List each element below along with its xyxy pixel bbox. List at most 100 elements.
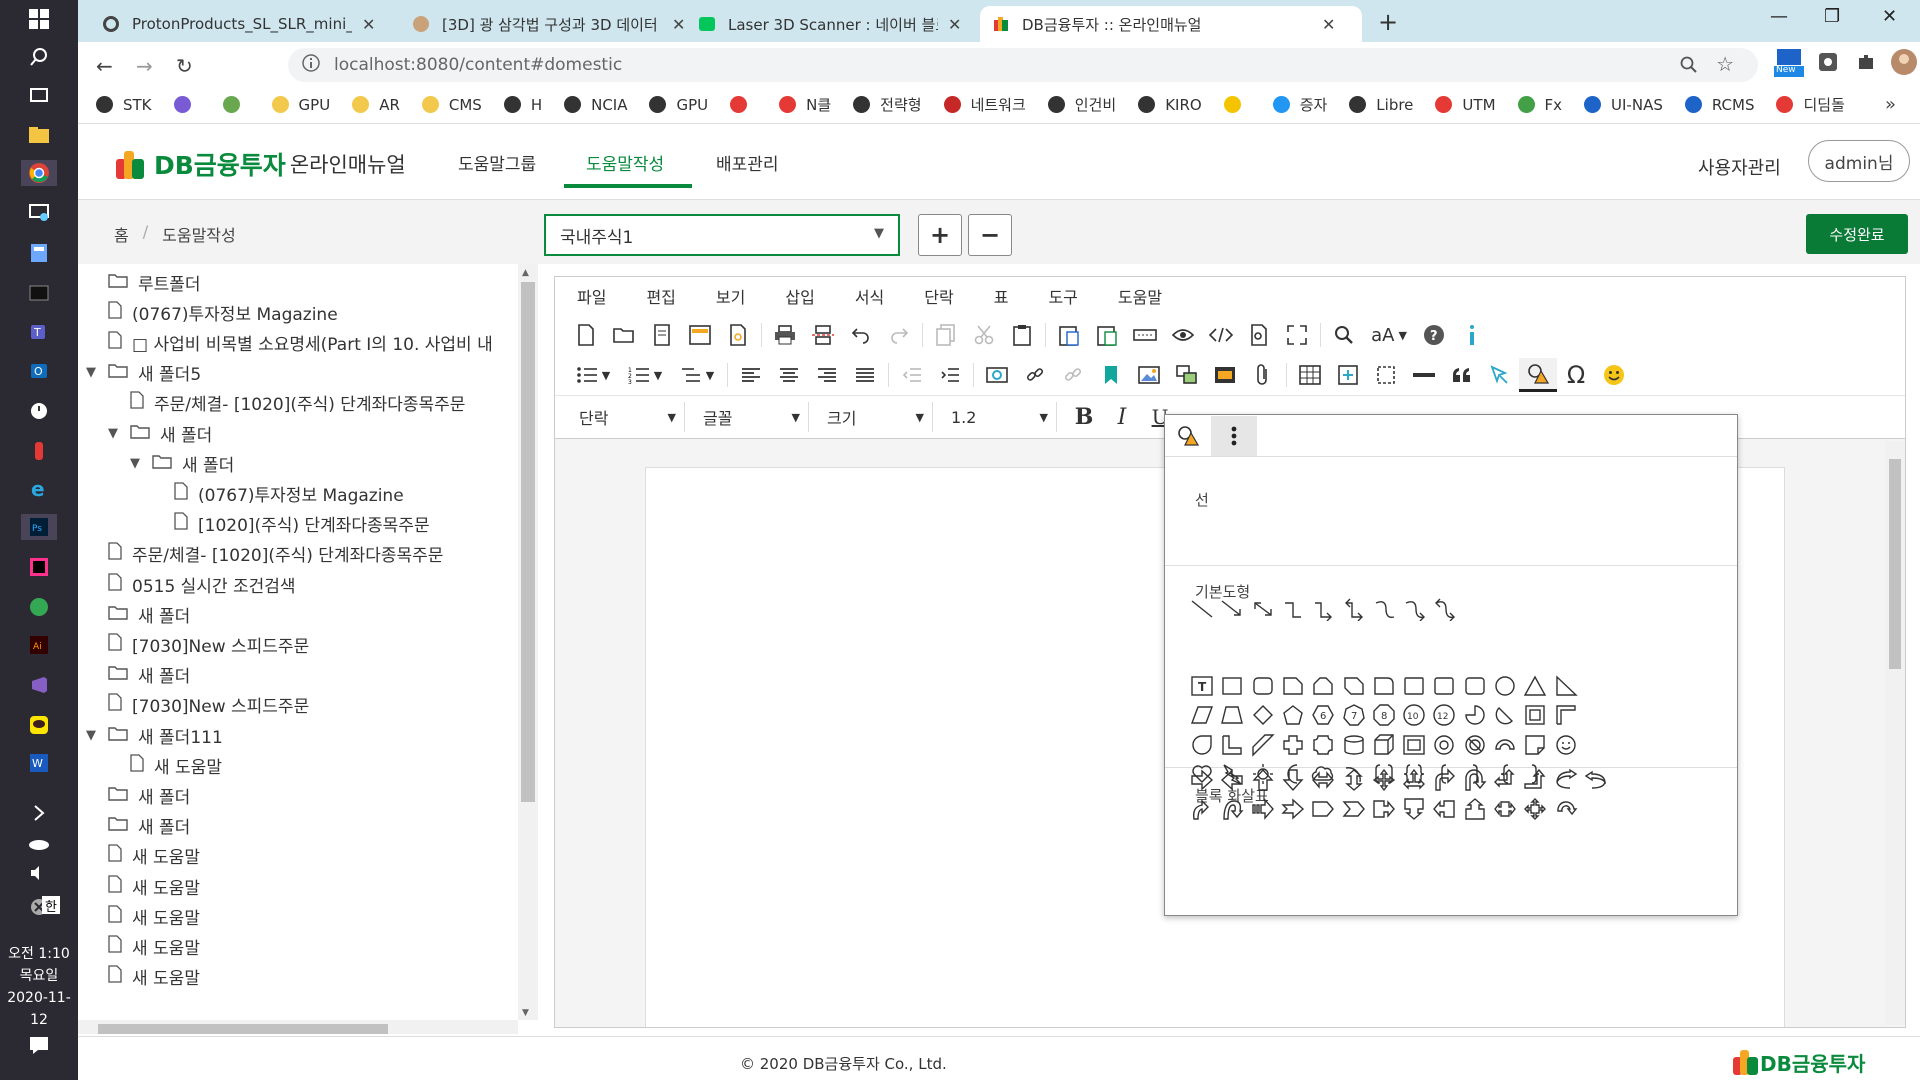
bookmark-item[interactable]: N클 — [779, 94, 831, 115]
clock-app-icon[interactable] — [26, 398, 52, 424]
restore-button[interactable]: ❐ — [1824, 6, 1840, 27]
close-tab-icon[interactable]: ✕ — [1322, 15, 1335, 34]
bookmark-item[interactable]: NCIA — [564, 96, 627, 114]
video-icon[interactable] — [1206, 358, 1244, 392]
kakaotalk-icon[interactable] — [26, 712, 52, 738]
minimize-button[interactable]: — — [1770, 6, 1788, 27]
bookmark-item[interactable]: STK — [96, 96, 152, 114]
align-justify-icon[interactable] — [846, 358, 884, 392]
document-icon[interactable] — [643, 318, 681, 352]
tree-item[interactable]: (0767)투자정보 Magazine — [86, 298, 338, 326]
calculator-icon[interactable] — [26, 240, 52, 266]
more-options-icon[interactable] — [1211, 415, 1257, 456]
visual-studio-icon[interactable] — [26, 672, 52, 698]
print-icon[interactable] — [766, 318, 804, 352]
menu-deploy[interactable]: 배포관리 — [716, 150, 779, 175]
diagonal-stripe-icon[interactable] — [1250, 732, 1276, 758]
block-arc-icon[interactable] — [1492, 732, 1518, 758]
tree-folder[interactable]: 새 폴더 — [86, 600, 190, 628]
scroll-up-arrow-icon[interactable]: ▲ — [522, 268, 529, 278]
menu-help-write[interactable]: 도움말작성 — [586, 150, 664, 175]
paste-icon[interactable] — [1003, 318, 1041, 352]
unlink-icon[interactable] — [1054, 358, 1092, 392]
bookmark-item[interactable]: UTM — [1435, 96, 1496, 114]
bookmark-item[interactable]: Fx — [1517, 96, 1562, 114]
outlook-icon[interactable]: O — [26, 358, 52, 384]
profile-avatar[interactable] — [1890, 48, 1918, 80]
address-bar[interactable]: localhost:8080/content#domestic ☆ — [288, 48, 1758, 82]
keyboard-icon[interactable] — [1126, 318, 1164, 352]
line-arrow-icon[interactable] — [1219, 596, 1245, 622]
plus-shape-icon[interactable] — [1280, 732, 1306, 758]
caret-down-icon[interactable]: ▼ — [86, 728, 102, 743]
snip-corner-rect-icon[interactable] — [1280, 673, 1306, 699]
bookmark-item[interactable]: 인건비 — [1047, 94, 1116, 115]
right-triangle-icon[interactable] — [1553, 673, 1579, 699]
bookmark-star-icon[interactable]: ☆ — [1716, 52, 1734, 76]
elbow-connector-icon[interactable] — [1280, 596, 1306, 622]
terminal-icon[interactable] — [26, 280, 52, 306]
app-red-icon[interactable] — [26, 438, 52, 464]
bookmark-item[interactable]: AR — [352, 96, 400, 114]
format-settings-icon[interactable] — [978, 358, 1016, 392]
cut-icon[interactable] — [965, 318, 1003, 352]
tree-folder[interactable]: 새 폴더 — [86, 661, 190, 689]
no-symbol-icon[interactable] — [1462, 732, 1488, 758]
left-right-arrow-shape-icon[interactable] — [1310, 767, 1336, 793]
line-height-select[interactable]: 1.2 ▼ — [939, 402, 1057, 432]
rect-alt-3-icon[interactable] — [1462, 673, 1488, 699]
rect-alt-2-icon[interactable] — [1431, 673, 1457, 699]
pentagon-arrow-icon[interactable] — [1310, 796, 1336, 822]
chevron-right-icon[interactable] — [26, 800, 52, 826]
left-arrow-shape-icon[interactable] — [1219, 767, 1245, 793]
blockquote-icon[interactable] — [1443, 358, 1481, 392]
notification-icon[interactable] — [26, 1032, 52, 1058]
quad-arrow-icon[interactable] — [1371, 767, 1397, 793]
dodecagon-12-icon[interactable]: 12 — [1431, 702, 1457, 728]
horizontal-rule-icon[interactable] — [1405, 358, 1443, 392]
tree-item[interactable]: [7030]New 스피드주문 — [86, 691, 309, 719]
file-explorer-icon[interactable] — [26, 122, 52, 148]
down-arrow-callout-icon[interactable] — [1401, 796, 1427, 822]
up-arrow-shape-icon[interactable] — [1250, 767, 1276, 793]
onedrive-icon[interactable] — [26, 830, 52, 856]
close-tab-icon[interactable]: ✕ — [362, 15, 375, 34]
bookmark-item[interactable]: RCMS — [1684, 96, 1754, 114]
decagon-10-icon[interactable]: 10 — [1401, 702, 1427, 728]
bookmark-item[interactable]: 디딤돌 — [1776, 94, 1845, 115]
folded-corner-icon[interactable] — [1522, 732, 1548, 758]
paste-text-icon[interactable] — [1050, 318, 1088, 352]
editor-menu-item[interactable]: 보기 — [716, 284, 745, 308]
caret-down-icon[interactable]: ▼ — [108, 426, 124, 441]
notched-right-arrow-icon[interactable] — [1280, 796, 1306, 822]
close-tab-icon[interactable]: ✕ — [672, 15, 685, 34]
redo-icon[interactable] — [880, 318, 918, 352]
paragraph-format-select[interactable]: 단락 ▼ — [567, 402, 685, 432]
new-document-icon[interactable] — [567, 318, 605, 352]
editor-menu-item[interactable]: 서식 — [855, 284, 884, 308]
help-icon[interactable]: ? — [1415, 318, 1453, 352]
extensions-puzzle-icon[interactable] — [1856, 52, 1876, 76]
align-left-icon[interactable] — [732, 358, 770, 392]
bookmark-item[interactable]: 네트워크 — [943, 94, 1026, 115]
scroll-down-arrow-icon[interactable]: ▼ — [522, 1008, 529, 1018]
editor-vertical-scroll-thumb[interactable] — [1889, 459, 1901, 669]
link-icon[interactable] — [1016, 358, 1054, 392]
app-dev-icon[interactable] — [26, 554, 52, 580]
circle-icon[interactable] — [1492, 673, 1518, 699]
right-arrow-shape-icon[interactable] — [1189, 767, 1215, 793]
eye-icon[interactable] — [1164, 318, 1202, 352]
browser-tab-active[interactable]: DB금융투자 :: 온라인매뉴얼 ✕ — [980, 6, 1362, 42]
curved-down-arrow-icon[interactable] — [1219, 796, 1245, 822]
bookmark-item[interactable]: 증자 — [1272, 94, 1327, 115]
donut-icon[interactable] — [1431, 732, 1457, 758]
ime-language-indicator[interactable]: 한 — [42, 896, 60, 915]
shapes-icon[interactable] — [1519, 358, 1557, 392]
curved-connector-icon[interactable] — [1371, 596, 1397, 622]
remove-button[interactable]: − — [968, 214, 1012, 256]
save-done-button[interactable]: 수정완료 — [1806, 214, 1908, 254]
photoshop-icon[interactable]: Ps — [21, 514, 57, 540]
u-turn-arrow-icon[interactable] — [1462, 767, 1488, 793]
line-double-arrow-icon[interactable] — [1250, 596, 1276, 622]
page-break-icon[interactable] — [804, 318, 842, 352]
